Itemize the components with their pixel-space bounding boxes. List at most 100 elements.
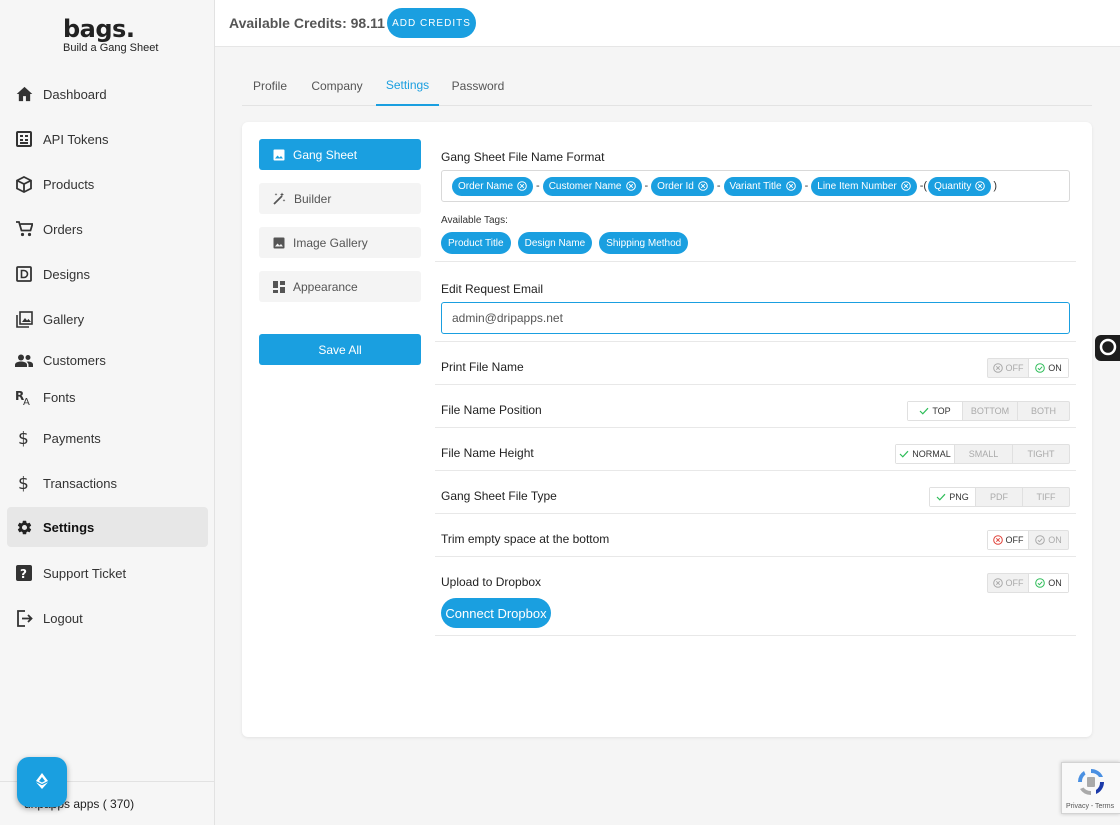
format-tag-chip[interactable]: Quantity — [928, 176, 992, 196]
toggle-option-top[interactable]: TOP — [908, 402, 962, 420]
sidebar-item-transactions[interactable]: $ Transactions — [7, 463, 208, 503]
subnav-builder[interactable]: Builder — [259, 183, 421, 214]
toggle-option-label: TOP — [932, 406, 951, 416]
print-file-name-label: Print File Name — [441, 360, 524, 374]
sidebar-item-products[interactable]: Products — [7, 164, 208, 204]
close-circle-icon[interactable] — [785, 181, 796, 191]
format-tag-chip[interactable]: Order Id — [651, 176, 714, 196]
ethereum-icon — [36, 772, 48, 792]
close-circle-icon[interactable] — [900, 181, 911, 191]
floating-widget-tab[interactable] — [1095, 335, 1120, 361]
settings-card: Gang Sheet Builder Image Gallery Appeara… — [242, 122, 1092, 737]
connect-dropbox-button[interactable]: Connect Dropbox — [441, 598, 551, 628]
recaptcha-badge[interactable]: Privacy - Terms — [1061, 762, 1120, 814]
sidebar-item-label: Customers — [43, 352, 106, 368]
toggle-option-both[interactable]: BOTH — [1017, 402, 1069, 420]
settings-tabs: Profile Company Settings Password — [242, 66, 1092, 106]
format-tag-chip[interactable]: Customer Name — [542, 176, 642, 196]
sidebar-item-logout[interactable]: Logout — [7, 598, 208, 638]
help-chat-button[interactable] — [17, 757, 67, 807]
recaptcha-links[interactable]: Privacy - Terms — [1066, 803, 1114, 810]
chip-label: Variant Title — [729, 180, 782, 192]
sidebar-item-fonts[interactable]: RA Fonts — [7, 377, 208, 417]
available-tags: Product Title Design Name Shipping Metho… — [441, 232, 689, 254]
toggle-option-on[interactable]: ON — [1028, 531, 1068, 549]
save-all-button[interactable]: Save All — [259, 334, 421, 365]
available-tag-chip[interactable]: Design Name — [517, 232, 593, 254]
dollar-icon: $ — [15, 474, 33, 492]
format-tag-chip[interactable]: Line Item Number — [811, 176, 917, 196]
toggle-option-tiff[interactable]: TIFF — [1022, 488, 1069, 506]
toggle-option-normal[interactable]: NORMAL — [896, 445, 954, 463]
format-tag-chip[interactable]: Variant Title — [723, 176, 802, 196]
subnav-label: Gang Sheet — [293, 147, 358, 162]
toggle-option-png[interactable]: PNG — [930, 488, 975, 506]
file-name-format-field[interactable]: Order Name - Customer Name - Order Id - … — [441, 170, 1070, 202]
image-icon — [273, 149, 285, 161]
close-circle-icon[interactable] — [517, 181, 527, 191]
toggle-option-bottom[interactable]: BOTTOM — [962, 402, 1017, 420]
sidebar-item-customers[interactable]: Customers — [7, 340, 208, 380]
print-file-name-toggle: OFF ON — [987, 358, 1069, 378]
svg-text:A: A — [23, 397, 30, 406]
toggle-option-small[interactable]: SMALL — [954, 445, 1012, 463]
toggle-option-off[interactable]: OFF — [988, 359, 1028, 377]
tab-company[interactable]: Company — [307, 66, 367, 106]
trim-empty-toggle: OFF ON — [987, 530, 1069, 550]
edit-request-email-input[interactable] — [441, 302, 1070, 334]
divider — [435, 635, 1076, 636]
sidebar-item-payments[interactable]: $ Payments — [7, 418, 208, 458]
close-circle-icon[interactable] — [698, 181, 708, 191]
add-credits-button[interactable]: ADD CREDITS — [387, 8, 476, 38]
file-name-height-label: File Name Height — [441, 446, 534, 460]
sidebar-item-settings[interactable]: Settings — [7, 507, 208, 547]
sidebar-item-label: Payments — [43, 430, 101, 446]
close-circle-icon[interactable] — [975, 181, 986, 191]
toggle-option-pdf[interactable]: PDF — [975, 488, 1022, 506]
sidebar-item-support-ticket[interactable]: ? Support Ticket — [7, 553, 208, 593]
toggle-option-label: NORMAL — [912, 449, 951, 459]
tab-password[interactable]: Password — [448, 66, 508, 106]
sidebar-item-label: Support Ticket — [43, 565, 127, 581]
designs-icon — [15, 265, 33, 283]
format-open-paren: ( — [923, 180, 928, 192]
font-icon: RA — [15, 388, 33, 406]
sidebar-item-designs[interactable]: Designs — [7, 254, 208, 294]
tab-profile[interactable]: Profile — [242, 66, 298, 106]
brand-tagline: Build a Gang Sheet — [63, 42, 159, 54]
tab-settings[interactable]: Settings — [376, 66, 439, 106]
api-icon — [15, 130, 33, 148]
sidebar-item-api-tokens[interactable]: API Tokens — [7, 119, 208, 159]
toggle-option-on[interactable]: ON — [1028, 574, 1068, 592]
toggle-option-off[interactable]: OFF — [988, 574, 1028, 592]
brand-logo[interactable]: bags. Build a Gang Sheet — [63, 16, 158, 54]
subnav-label: Image Gallery — [293, 235, 368, 250]
format-separator: - — [536, 180, 540, 192]
sidebar-item-label: Gallery — [43, 311, 85, 327]
divider — [435, 261, 1076, 262]
format-close-paren: ) — [993, 180, 998, 192]
subnav-gang-sheet[interactable]: Gang Sheet — [259, 139, 421, 170]
upload-dropbox-label: Upload to Dropbox — [441, 575, 542, 589]
chip-label: Order Id — [657, 180, 694, 192]
sidebar-item-label: Orders — [43, 221, 83, 237]
sidebar-item-gallery[interactable]: Gallery — [7, 299, 208, 339]
toggle-option-off[interactable]: OFF — [988, 531, 1028, 549]
top-bar: Available Credits: 98.11 ADD CREDITS — [215, 0, 1120, 47]
toggle-option-on[interactable]: ON — [1028, 359, 1068, 377]
divider — [435, 556, 1076, 557]
available-tag-chip[interactable]: Product Title — [441, 232, 511, 254]
subnav-appearance[interactable]: Appearance — [259, 271, 421, 302]
sidebar-item-label: Dashboard — [43, 86, 107, 102]
toggle-option-tight[interactable]: TIGHT — [1012, 445, 1069, 463]
sidebar-item-orders[interactable]: Orders — [7, 209, 208, 249]
close-circle-icon[interactable] — [625, 181, 636, 191]
format-tag-chip[interactable]: Order Name — [452, 176, 534, 196]
box-icon — [15, 175, 33, 193]
sidebar-item-dashboard[interactable]: Dashboard — [7, 74, 208, 114]
available-tag-chip[interactable]: Shipping Method — [599, 232, 689, 254]
subnav-image-gallery[interactable]: Image Gallery — [259, 227, 421, 258]
toggle-option-label: ON — [1048, 363, 1062, 373]
sidebar-item-label: API Tokens — [43, 131, 109, 147]
brand-name: bags. — [63, 15, 135, 43]
